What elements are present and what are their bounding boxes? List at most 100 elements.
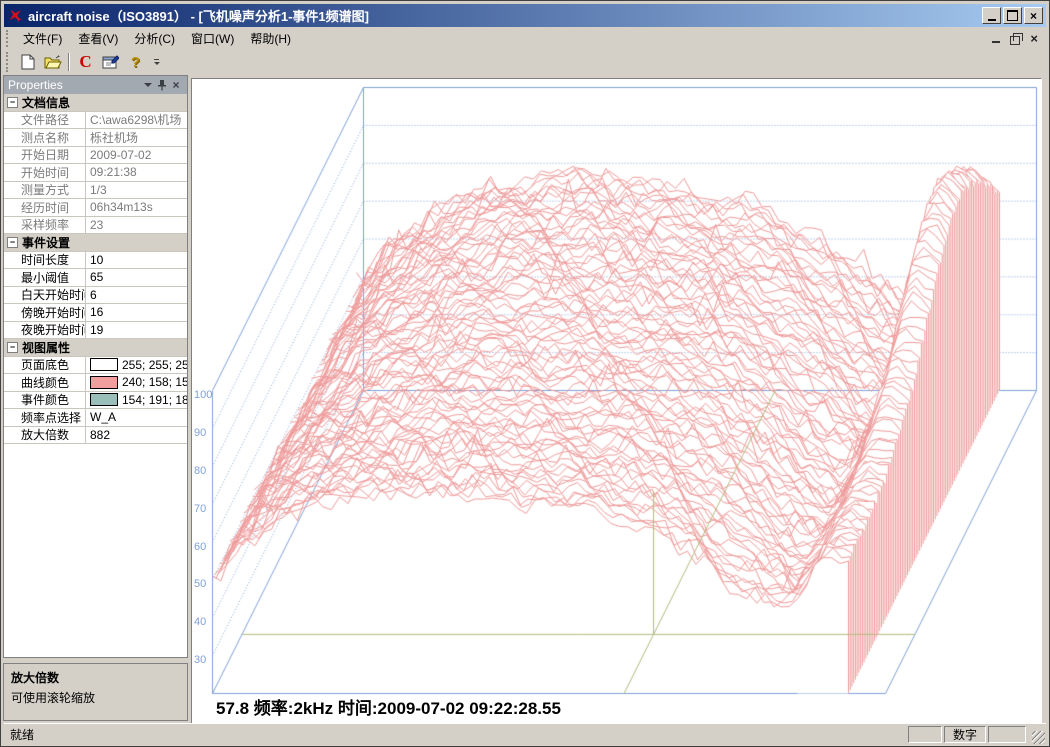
property-row[interactable]: 经历时间06h34m13s — [4, 199, 187, 217]
property-label: 事件颜色 — [4, 392, 86, 409]
property-value[interactable]: 10 — [86, 252, 187, 269]
toolbar-grip[interactable] — [6, 52, 11, 73]
chevron-down-icon — [154, 62, 160, 65]
close-button[interactable]: × — [1024, 7, 1043, 24]
toolbar-separator — [68, 53, 70, 71]
property-row[interactable]: 开始日期2009-07-02 — [4, 147, 187, 165]
properties-panel-title: Properties — [8, 78, 141, 92]
property-label: 曲线颜色 — [4, 374, 86, 391]
property-label: 开始日期 — [4, 147, 86, 164]
collapse-icon[interactable]: − — [7, 97, 18, 108]
property-value[interactable]: 2009-07-02 — [86, 147, 187, 164]
property-value[interactable]: 栎社机场 — [86, 129, 187, 146]
panel-menu-button[interactable] — [141, 78, 155, 92]
section-title: 视图属性 — [22, 339, 70, 356]
property-value[interactable]: 06h34m13s — [86, 199, 187, 216]
new-file-button[interactable] — [16, 51, 39, 73]
curve-color-swatch[interactable] — [90, 376, 118, 389]
maximize-button[interactable] — [1003, 7, 1022, 24]
event-color-swatch[interactable] — [90, 393, 118, 406]
property-label: 采样频率 — [4, 217, 86, 234]
minimize-icon — [988, 19, 996, 21]
menu-file[interactable]: 文件(F) — [15, 27, 70, 50]
property-label: 最小阈值 — [4, 269, 86, 286]
property-row[interactable]: 测量方式1/3 — [4, 182, 187, 200]
toolbar: C ? — [4, 49, 1046, 75]
properties-button[interactable] — [99, 51, 122, 73]
panel-pin-button[interactable] — [155, 78, 169, 92]
open-file-button[interactable] — [41, 51, 64, 73]
color-value-text: 154; 191; 18 — [122, 393, 187, 407]
page-color-swatch[interactable] — [90, 358, 118, 371]
status-bar: 就绪 数字 — [4, 723, 1046, 744]
toolbar-overflow-button[interactable] — [150, 52, 163, 72]
property-value[interactable]: 255; 255; 25 — [86, 357, 187, 374]
property-value[interactable]: 23 — [86, 217, 187, 234]
menubar-grip[interactable] — [6, 30, 11, 47]
property-value[interactable]: 6 — [86, 287, 187, 304]
calibration-button[interactable]: C — [74, 51, 97, 73]
collapse-icon[interactable]: − — [7, 342, 18, 353]
property-row[interactable]: 白天开始时间6 — [4, 287, 187, 305]
property-value[interactable]: C:\awa6298\机场 — [86, 112, 187, 129]
property-row[interactable]: 频率点选择W_A — [4, 409, 187, 427]
resize-grip-icon[interactable] — [1032, 731, 1045, 744]
property-row[interactable]: 采样频率23 — [4, 217, 187, 235]
property-row[interactable]: 开始时间09:21:38 — [4, 164, 187, 182]
help-button[interactable]: ? — [124, 51, 147, 73]
y-axis-tick-label: 100 — [194, 389, 218, 401]
section-header-view-properties[interactable]: − 视图属性 — [4, 339, 187, 357]
spectrogram-chart[interactable]: 10090807060504030 57.8 频率:2kHz 时间:2009-0… — [191, 78, 1042, 726]
property-value[interactable]: 1/3 — [86, 182, 187, 199]
color-value-text: 255; 255; 25 — [122, 358, 187, 372]
property-label: 经历时间 — [4, 199, 86, 216]
section-header-event-settings[interactable]: − 事件设置 — [4, 234, 187, 252]
property-row[interactable]: 曲线颜色240; 158; 15 — [4, 374, 187, 392]
property-value[interactable]: 882 — [86, 427, 187, 444]
chevron-down-icon — [144, 83, 152, 87]
status-cell-num: 数字 — [944, 726, 986, 743]
properties-panel: Properties × − 文档信息 文件路径C:\awa6298\机场 测点… — [3, 75, 188, 658]
mdi-restore-icon[interactable] — [1010, 36, 1020, 45]
property-value[interactable]: 19 — [86, 322, 187, 339]
menu-analysis[interactable]: 分析(C) — [126, 27, 183, 50]
property-value[interactable]: 65 — [86, 269, 187, 286]
waterfall-canvas[interactable] — [192, 79, 1041, 725]
menu-bar: 文件(F) 查看(V) 分析(C) 窗口(W) 帮助(H) × — [4, 28, 1046, 49]
mdi-close-icon[interactable]: × — [1030, 32, 1038, 45]
mdi-minimize-icon[interactable] — [992, 41, 1000, 43]
property-value[interactable]: 16 — [86, 304, 187, 321]
panel-close-button[interactable]: × — [169, 78, 183, 92]
property-value[interactable]: 09:21:38 — [86, 164, 187, 181]
property-row[interactable]: 测点名称栎社机场 — [4, 129, 187, 147]
y-axis-tick-label: 60 — [194, 541, 218, 553]
property-row[interactable]: 最小阈值65 — [4, 269, 187, 287]
property-value[interactable]: 154; 191; 18 — [86, 392, 187, 409]
property-value[interactable]: 240; 158; 15 — [86, 374, 187, 391]
property-label: 测点名称 — [4, 129, 86, 146]
property-row[interactable]: 夜晚开始时间19 — [4, 322, 187, 340]
airplane-icon — [7, 7, 24, 24]
section-title: 文档信息 — [22, 94, 70, 111]
property-row[interactable]: 傍晚开始时间16 — [4, 304, 187, 322]
y-axis-tick-label: 80 — [194, 465, 218, 477]
property-label: 时间长度 — [4, 252, 86, 269]
close-icon: × — [1030, 10, 1037, 22]
menu-window[interactable]: 窗口(W) — [183, 27, 242, 50]
property-row[interactable]: 文件路径C:\awa6298\机场 — [4, 112, 187, 130]
property-row[interactable]: 页面底色255; 255; 25 — [4, 357, 187, 375]
section-header-document-info[interactable]: − 文档信息 — [4, 94, 187, 112]
properties-icon — [102, 55, 119, 70]
property-value[interactable]: W_A — [86, 409, 187, 426]
minimize-button[interactable] — [982, 7, 1001, 24]
property-row[interactable]: 事件颜色 154; 191; 18 — [4, 392, 187, 410]
property-row[interactable]: 时间长度10 — [4, 252, 187, 270]
y-axis-tick-label: 50 — [194, 578, 218, 590]
y-axis-tick-label: 40 — [194, 616, 218, 628]
property-row[interactable]: 放大倍数882 — [4, 427, 187, 445]
menu-view[interactable]: 查看(V) — [70, 27, 126, 50]
menu-help[interactable]: 帮助(H) — [242, 27, 299, 50]
collapse-icon[interactable]: − — [7, 237, 18, 248]
properties-panel-header[interactable]: Properties × — [4, 76, 187, 94]
title-bar[interactable]: aircraft noise（ISO3891） - [飞机噪声分析1-事件1频谱… — [4, 4, 1046, 27]
